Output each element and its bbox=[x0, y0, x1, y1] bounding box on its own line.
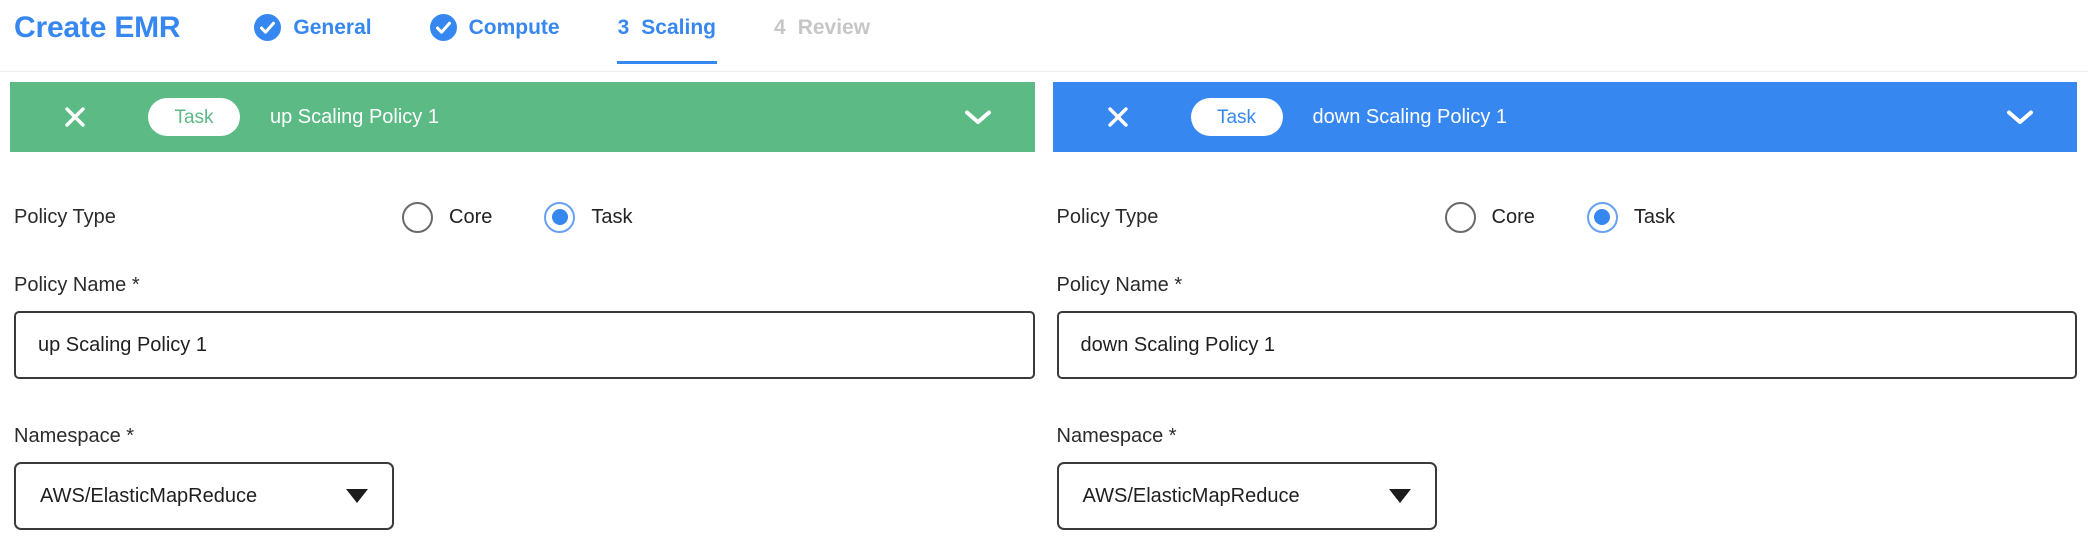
policy-name-input[interactable] bbox=[1057, 311, 2078, 379]
policy-kind-badge: Task bbox=[148, 98, 240, 136]
step-label: Scaling bbox=[641, 16, 716, 40]
step-scaling[interactable]: 3 Scaling bbox=[618, 16, 716, 40]
step-number: 3 bbox=[618, 16, 630, 40]
namespace-label: Namespace * bbox=[1057, 425, 2078, 448]
wizard-header: Create EMR General bbox=[0, 0, 2088, 72]
policy-type-label: Policy Type bbox=[1057, 206, 1169, 229]
radio-task[interactable]: Task bbox=[544, 202, 632, 233]
radio-circle-icon bbox=[1445, 202, 1476, 233]
check-circle-icon bbox=[430, 14, 457, 41]
namespace-selected-value: AWS/ElasticMapReduce bbox=[1083, 485, 1300, 508]
radio-circle-icon bbox=[1587, 202, 1618, 233]
radio-circle-icon bbox=[544, 202, 575, 233]
policy-type-row: Policy Type Core Task bbox=[1057, 200, 2078, 234]
up-policy-form: Policy Type Core Task Policy Name * bbox=[10, 200, 1035, 530]
down-policy-form: Policy Type Core Task Policy Name * bbox=[1053, 200, 2078, 530]
namespace-selected-value: AWS/ElasticMapReduce bbox=[40, 485, 257, 508]
accordion-title: up Scaling Policy 1 bbox=[270, 106, 439, 129]
policy-name-label: Policy Name * bbox=[14, 274, 1035, 297]
radio-label: Task bbox=[1634, 206, 1675, 229]
create-emr-page: Create EMR General bbox=[0, 0, 2088, 548]
close-icon[interactable] bbox=[1101, 100, 1135, 134]
up-policy-accordion-header[interactable]: Task up Scaling Policy 1 bbox=[10, 82, 1035, 152]
down-policy-accordion-header[interactable]: Task down Scaling Policy 1 bbox=[1053, 82, 2078, 152]
caret-down-icon bbox=[1389, 489, 1411, 503]
wizard-header-content: Create EMR General bbox=[14, 11, 928, 45]
step-compute[interactable]: Compute bbox=[430, 14, 560, 41]
panel-down-scaling-policy: Task down Scaling Policy 1 Policy Type C… bbox=[1053, 82, 2078, 530]
step-general[interactable]: General bbox=[254, 14, 371, 41]
radio-label: Task bbox=[591, 206, 632, 229]
close-icon[interactable] bbox=[58, 100, 92, 134]
namespace-select[interactable]: AWS/ElasticMapReduce bbox=[1057, 462, 1437, 530]
radio-label: Core bbox=[449, 206, 492, 229]
policy-name-input[interactable] bbox=[14, 311, 1035, 379]
radio-core[interactable]: Core bbox=[402, 202, 492, 233]
caret-down-icon bbox=[346, 489, 368, 503]
scaling-policy-panels: Task up Scaling Policy 1 Policy Type Cor… bbox=[0, 72, 2088, 530]
step-label: Review bbox=[798, 16, 870, 40]
policy-type-radio-group: Core Task bbox=[1445, 202, 1675, 233]
policy-type-row: Policy Type Core Task bbox=[14, 200, 1035, 234]
accordion-title: down Scaling Policy 1 bbox=[1313, 106, 1508, 129]
step-label: General bbox=[293, 16, 371, 40]
policy-kind-badge: Task bbox=[1191, 98, 1283, 136]
radio-task[interactable]: Task bbox=[1587, 202, 1675, 233]
radio-circle-icon bbox=[402, 202, 433, 233]
radio-label: Core bbox=[1492, 206, 1535, 229]
step-label: Compute bbox=[469, 16, 560, 40]
wizard-steps: General Compute 3 Scaling bbox=[254, 14, 928, 41]
step-review[interactable]: 4 Review bbox=[774, 16, 870, 40]
policy-type-radio-group: Core Task bbox=[402, 202, 632, 233]
check-circle-icon bbox=[254, 14, 281, 41]
namespace-select[interactable]: AWS/ElasticMapReduce bbox=[14, 462, 394, 530]
chevron-down-icon[interactable] bbox=[2005, 109, 2035, 126]
panel-up-scaling-policy: Task up Scaling Policy 1 Policy Type Cor… bbox=[10, 82, 1035, 530]
namespace-label: Namespace * bbox=[14, 425, 1035, 448]
step-number: 4 bbox=[774, 16, 786, 40]
page-title: Create EMR bbox=[14, 11, 180, 45]
policy-type-label: Policy Type bbox=[14, 206, 126, 229]
policy-name-label: Policy Name * bbox=[1057, 274, 2078, 297]
radio-core[interactable]: Core bbox=[1445, 202, 1535, 233]
chevron-down-icon[interactable] bbox=[963, 109, 993, 126]
